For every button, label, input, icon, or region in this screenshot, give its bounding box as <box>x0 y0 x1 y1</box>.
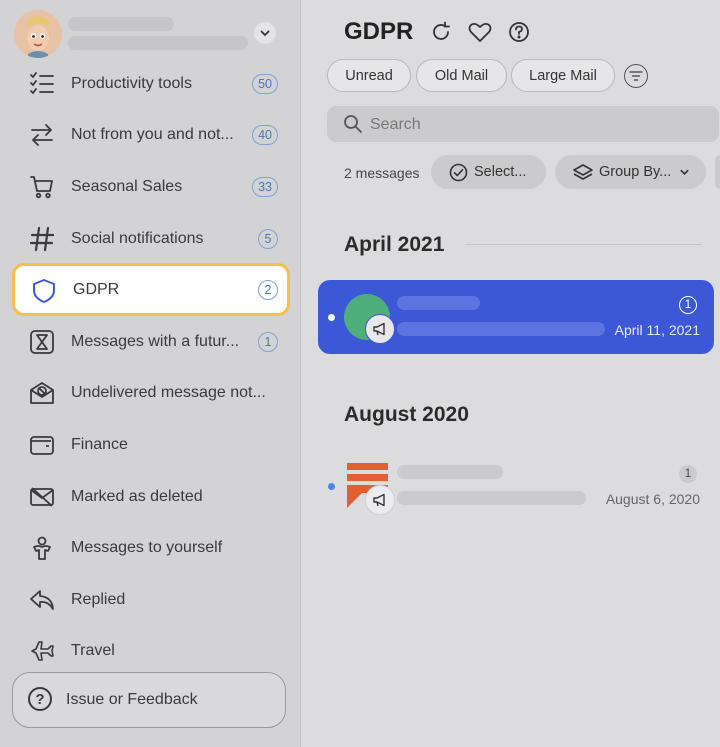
sidebar-item-gdpr[interactable]: GDPR 2 <box>12 263 290 316</box>
unread-count-badge: 5 <box>258 228 278 249</box>
unread-dot <box>328 314 335 321</box>
sidebar-item-replied[interactable]: Replied <box>0 574 300 626</box>
message-count: 2 messages <box>344 165 420 181</box>
megaphone-icon <box>365 485 395 515</box>
unread-count-badge: 50 <box>252 73 278 94</box>
shield-icon <box>31 278 57 304</box>
chevron-down-icon[interactable] <box>254 22 276 44</box>
message-date: April 11, 2021 <box>614 322 700 338</box>
group-heading: August 2020 <box>344 403 469 426</box>
search-icon <box>343 114 363 139</box>
unread-count-badge: 1 <box>258 331 278 352</box>
select-label: Select... <box>474 164 527 180</box>
reply-icon <box>28 586 56 614</box>
sidebar-item-label: GDPR <box>73 281 120 298</box>
sidebar-item-undelivered[interactable]: Undelivered message not... <box>0 368 300 420</box>
sidebar-item-seasonal-sales[interactable]: Seasonal Sales 33 <box>0 161 300 213</box>
group-heading: April 2021 <box>344 233 445 256</box>
more-toolbar-button[interactable] <box>715 155 720 189</box>
checklist-icon <box>28 70 56 98</box>
account-name-placeholder <box>68 17 174 31</box>
divider <box>465 244 701 245</box>
arrows-swap-icon <box>28 121 56 149</box>
sidebar-item-not-from-you[interactable]: Not from you and not... 40 <box>0 110 300 162</box>
sidebar-item-label: Travel <box>71 642 115 660</box>
help-icon: ? <box>28 687 52 711</box>
search-input[interactable]: Search <box>327 106 719 142</box>
feedback-label: Issue or Feedback <box>66 691 198 708</box>
subject-placeholder <box>397 322 605 336</box>
sidebar-item-productivity-tools[interactable]: Productivity tools 50 <box>0 58 300 110</box>
sidebar-item-travel[interactable]: Travel <box>0 626 300 678</box>
sidebar-item-label: Social notifications <box>71 229 204 247</box>
unread-dot <box>328 483 335 490</box>
message-row[interactable]: 1 August 6, 2020 <box>318 450 714 524</box>
message-date: August 6, 2020 <box>605 491 700 507</box>
subject-placeholder <box>397 491 586 505</box>
sidebar-item-messages-with-future[interactable]: Messages with a futur... 1 <box>0 316 300 368</box>
sidebar-item-label: Messages with a futur... <box>71 332 240 350</box>
page-title: GDPR <box>344 18 414 45</box>
unread-count-badge: 33 <box>252 176 278 197</box>
sidebar-item-label: Productivity tools <box>71 74 192 92</box>
sidebar-item-marked-deleted[interactable]: Marked as deleted <box>0 471 300 523</box>
check-circle-icon <box>449 163 468 186</box>
wallet-icon <box>28 431 56 459</box>
sidebar-item-finance[interactable]: Finance <box>0 419 300 471</box>
deleted-mail-icon <box>28 483 56 511</box>
sidebar-item-messages-to-yourself[interactable]: Messages to yourself <box>0 522 300 574</box>
chevron-down-icon <box>679 166 690 182</box>
select-button[interactable]: Select... <box>431 155 546 189</box>
sender-placeholder <box>397 296 480 310</box>
cart-icon <box>28 173 56 201</box>
sidebar-item-social-notifications[interactable]: Social notifications 5 <box>0 213 300 265</box>
filter-chip-old-mail[interactable]: Old Mail <box>416 59 507 92</box>
sidebar-item-label: Messages to yourself <box>71 539 223 557</box>
unread-count-badge: 2 <box>258 279 278 300</box>
filter-chip-unread[interactable]: Unread <box>327 59 411 92</box>
unread-count-badge: 40 <box>252 125 278 146</box>
search-placeholder: Search <box>370 116 421 133</box>
sidebar-item-label: Seasonal Sales <box>71 177 183 195</box>
refresh-icon[interactable] <box>429 20 453 44</box>
heart-icon[interactable] <box>468 20 492 44</box>
help-icon[interactable] <box>507 20 531 44</box>
hashtag-icon <box>28 225 56 253</box>
sidebar-item-label: Not from you and not... <box>71 126 234 144</box>
group-by-label: Group By... <box>599 164 672 180</box>
layers-icon <box>572 163 594 186</box>
group-by-button[interactable]: Group By... <box>555 155 706 189</box>
feedback-button[interactable]: ? Issue or Feedback <box>12 672 286 728</box>
account-switcher[interactable] <box>14 10 284 60</box>
undelivered-icon <box>28 379 56 407</box>
sidebar-item-label: Marked as deleted <box>71 487 203 505</box>
thread-count-badge: 1 <box>679 465 697 483</box>
folder-list: Productivity tools 50 Not from you and n… <box>0 58 300 677</box>
sidebar-item-label: Undelivered message not... <box>71 384 266 402</box>
message-row[interactable]: 1 April 11, 2021 <box>318 280 714 354</box>
plane-icon <box>28 637 56 665</box>
sidebar-item-label: Replied <box>71 590 126 608</box>
sender-placeholder <box>397 465 503 479</box>
sidebar: Productivity tools 50 Not from you and n… <box>0 0 301 747</box>
message-list-pane: GDPR Unread Old Mail Large Mail Search 2… <box>301 0 720 747</box>
app-window: Productivity tools 50 Not from you and n… <box>0 0 720 747</box>
filter-icon[interactable] <box>624 64 648 88</box>
future-message-icon <box>28 328 56 356</box>
sidebar-item-label: Finance <box>71 435 128 453</box>
self-icon <box>28 534 56 562</box>
thread-count-badge: 1 <box>679 296 697 314</box>
megaphone-icon <box>365 314 395 344</box>
filter-chip-large-mail[interactable]: Large Mail <box>511 59 615 92</box>
avatar[interactable] <box>14 10 62 58</box>
account-email-placeholder <box>68 36 248 50</box>
